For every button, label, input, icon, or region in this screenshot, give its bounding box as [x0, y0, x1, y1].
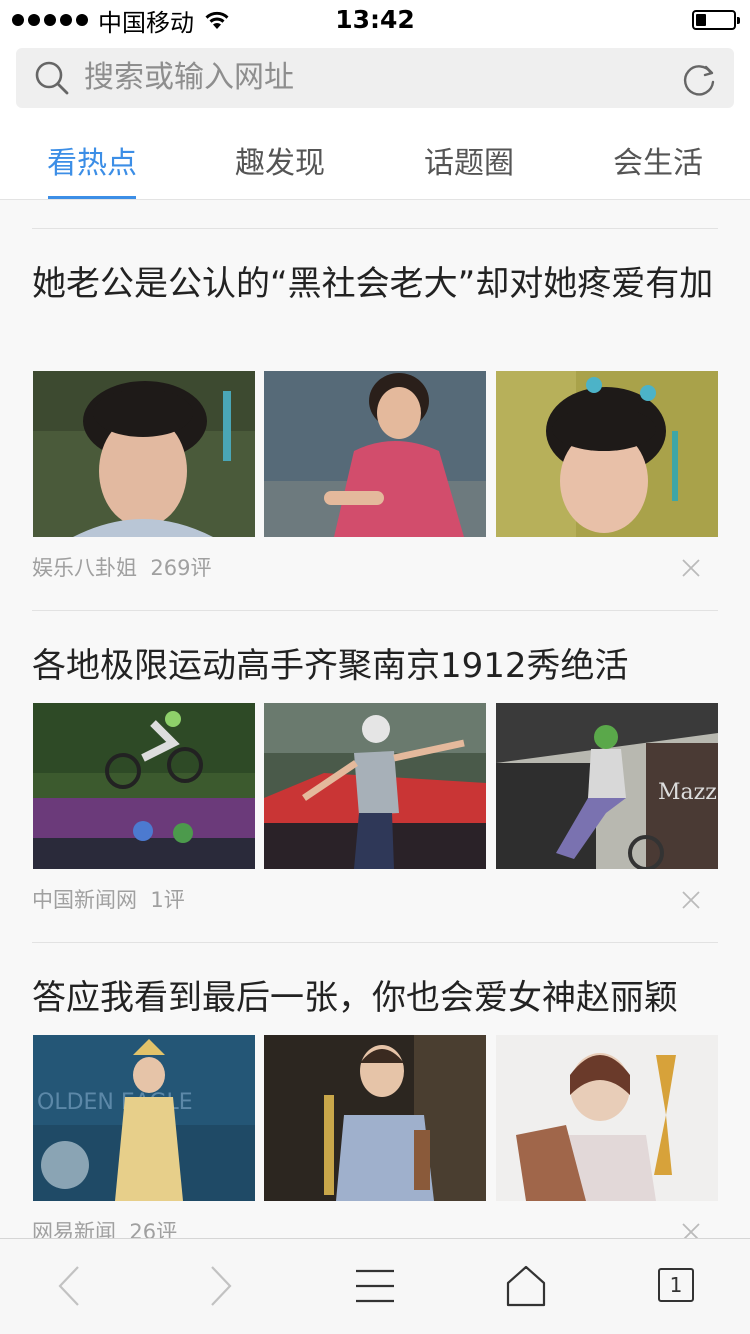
tab-discover[interactable]: 趣发现 — [228, 120, 332, 200]
news-thumbnail[interactable] — [264, 1035, 486, 1201]
news-source: 中国新闻网 — [32, 888, 137, 912]
status-time: 13:42 — [335, 5, 415, 34]
news-meta: 网易新闻 26评 — [32, 1216, 177, 1238]
news-thumbnail[interactable] — [33, 703, 255, 869]
search-icon — [35, 61, 69, 95]
news-thumbnail[interactable]: Mazz — [496, 703, 718, 869]
news-title[interactable]: 答应我看到最后一张，你也会爱女神赵丽颖 — [32, 974, 718, 1022]
back-chevron-icon[interactable] — [46, 1263, 92, 1309]
search-input[interactable]: 搜索或输入网址 — [16, 48, 734, 108]
divider — [32, 610, 718, 611]
close-icon[interactable] — [680, 557, 702, 579]
news-comment-count: 269评 — [150, 556, 212, 580]
divider — [32, 942, 718, 943]
news-title[interactable]: 各地极限运动高手齐聚南京1912秀绝活 — [32, 642, 718, 690]
news-feed[interactable]: 她老公是公认的“黑社会老大”却对她疼爱有加 娱乐八卦姐 269评 各地极限运动高… — [0, 200, 750, 1238]
news-title[interactable]: 她老公是公认的“黑社会老大”却对她疼爱有加 — [32, 260, 718, 308]
tab-topics[interactable]: 话题圈 — [417, 120, 521, 200]
menu-icon[interactable] — [352, 1263, 398, 1309]
news-thumbnail[interactable] — [33, 371, 255, 537]
home-icon[interactable] — [503, 1263, 549, 1309]
active-tab-indicator — [48, 196, 136, 199]
search-placeholder: 搜索或输入网址 — [84, 60, 294, 95]
news-thumbnail[interactable] — [264, 703, 486, 869]
status-bar: 中国移动 13:42 — [0, 0, 750, 40]
close-icon[interactable] — [680, 1221, 702, 1238]
news-comment-count: 26评 — [129, 1220, 178, 1238]
svg-text:Mazz: Mazz — [658, 780, 717, 805]
channel-tabs: 看热点 趣发现 话题圈 会生活 — [0, 120, 750, 200]
tab-hot[interactable]: 看热点 — [40, 120, 144, 200]
news-thumbnail[interactable] — [264, 371, 486, 537]
news-thumbnail[interactable] — [496, 1035, 718, 1201]
tab-count-button[interactable]: 1 — [658, 1268, 694, 1302]
battery-icon — [692, 10, 740, 30]
bottom-toolbar: 1 — [0, 1238, 750, 1334]
search-bar: 搜索或输入网址 — [0, 40, 750, 120]
news-meta: 娱乐八卦姐 269评 — [32, 552, 211, 584]
refresh-icon[interactable] — [680, 60, 718, 98]
news-source: 网易新闻 — [32, 1220, 116, 1238]
news-thumbnail[interactable]: OLDEN EAGLE — [33, 1035, 255, 1201]
news-meta: 中国新闻网 1评 — [32, 884, 185, 916]
close-icon[interactable] — [680, 889, 702, 911]
news-thumbnail[interactable] — [496, 371, 718, 537]
news-source: 娱乐八卦姐 — [32, 556, 137, 580]
news-comment-count: 1评 — [150, 888, 185, 912]
divider — [32, 228, 718, 229]
tab-life[interactable]: 会生活 — [606, 120, 710, 200]
forward-chevron-icon[interactable] — [198, 1263, 244, 1309]
